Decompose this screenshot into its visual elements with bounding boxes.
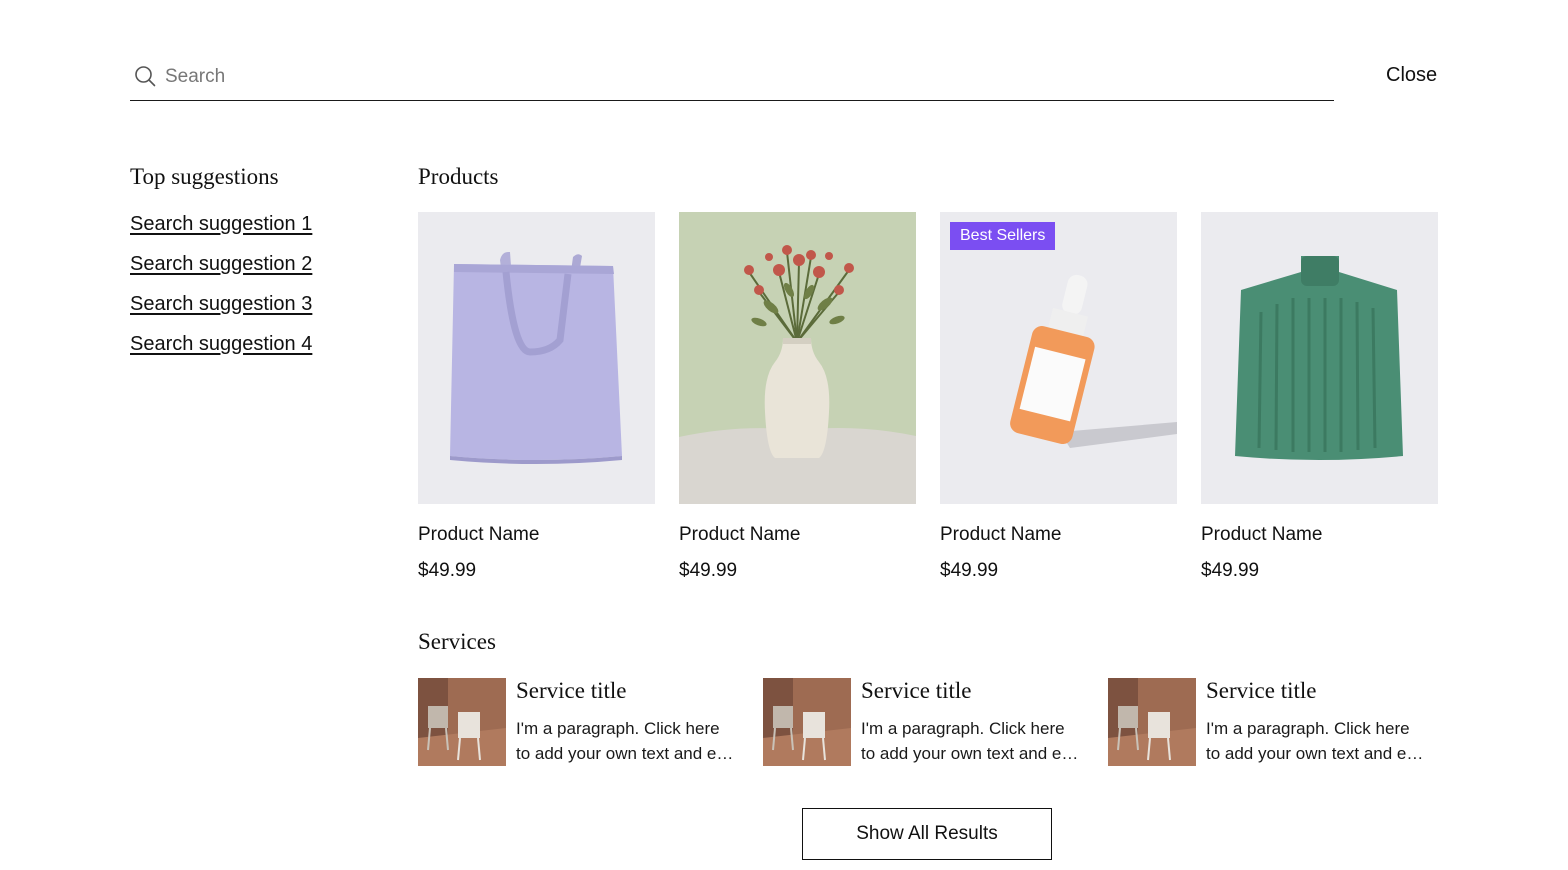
product-name[interactable]: Product Name <box>679 522 916 548</box>
service-item[interactable]: Service title I'm a paragraph. Click her… <box>1108 678 1438 766</box>
service-description-line: to add your own text and e… <box>861 744 1079 763</box>
product-card[interactable]: Product Name $49.99 <box>418 212 655 584</box>
service-title[interactable]: Service title <box>1206 678 1317 704</box>
suggestion-link[interactable]: Search suggestion 1 <box>130 212 312 237</box>
suggestions-list: Search suggestion 1 Search suggestion 2 … <box>130 212 312 372</box>
service-item[interactable]: Service title I'm a paragraph. Click her… <box>418 678 748 766</box>
service-description-line: to add your own text and e… <box>1206 744 1424 763</box>
services-title: Services <box>418 629 496 654</box>
product-price: $49.99 <box>1201 560 1260 581</box>
flower-vase-image[interactable] <box>679 212 916 504</box>
service-title[interactable]: Service title <box>861 678 972 704</box>
search-icon <box>135 66 156 87</box>
suggestion-link[interactable]: Search suggestion 3 <box>130 292 312 317</box>
product-card[interactable]: Best Sellers Product Name $49.99 <box>940 212 1177 584</box>
product-name[interactable]: Product Name <box>418 522 655 548</box>
chairs-image[interactable] <box>1108 678 1196 766</box>
service-description: I'm a paragraph. Click here to add your … <box>516 716 748 766</box>
product-price: $49.99 <box>679 560 738 581</box>
service-description: I'm a paragraph. Click here to add your … <box>1206 716 1438 766</box>
chairs-image[interactable] <box>763 678 851 766</box>
product-name[interactable]: Product Name <box>940 522 1177 548</box>
service-description-line: I'm a paragraph. Click here <box>861 719 1065 738</box>
serum-bottle-image[interactable]: Best Sellers <box>940 212 1177 504</box>
product-name[interactable]: Product Name <box>1201 522 1438 548</box>
chairs-image[interactable] <box>418 678 506 766</box>
product-card[interactable]: Product Name $49.99 <box>1201 212 1438 584</box>
service-description-line: I'm a paragraph. Click here <box>1206 719 1410 738</box>
suggestion-link[interactable]: Search suggestion 4 <box>130 332 312 357</box>
service-item[interactable]: Service title I'm a paragraph. Click her… <box>763 678 1093 766</box>
suggestion-link[interactable]: Search suggestion 2 <box>130 252 312 277</box>
best-sellers-badge: Best Sellers <box>950 222 1056 250</box>
product-price: $49.99 <box>940 560 999 581</box>
show-all-results-button[interactable]: Show All Results <box>802 808 1052 860</box>
product-price: $49.99 <box>418 560 477 581</box>
search-bar <box>130 55 1334 101</box>
products-title: Products <box>418 164 499 189</box>
suggestions-title: Top suggestions <box>130 164 279 189</box>
tote-bag-image[interactable] <box>418 212 655 504</box>
product-card[interactable]: Product Name $49.99 <box>679 212 916 584</box>
service-description-line: I'm a paragraph. Click here <box>516 719 720 738</box>
service-description: I'm a paragraph. Click here to add your … <box>861 716 1093 766</box>
service-title[interactable]: Service title <box>516 678 627 704</box>
service-description-line: to add your own text and e… <box>516 744 734 763</box>
green-sweater-image[interactable] <box>1201 212 1438 504</box>
close-button[interactable]: Close <box>1386 64 1437 87</box>
search-input[interactable] <box>165 63 1265 91</box>
